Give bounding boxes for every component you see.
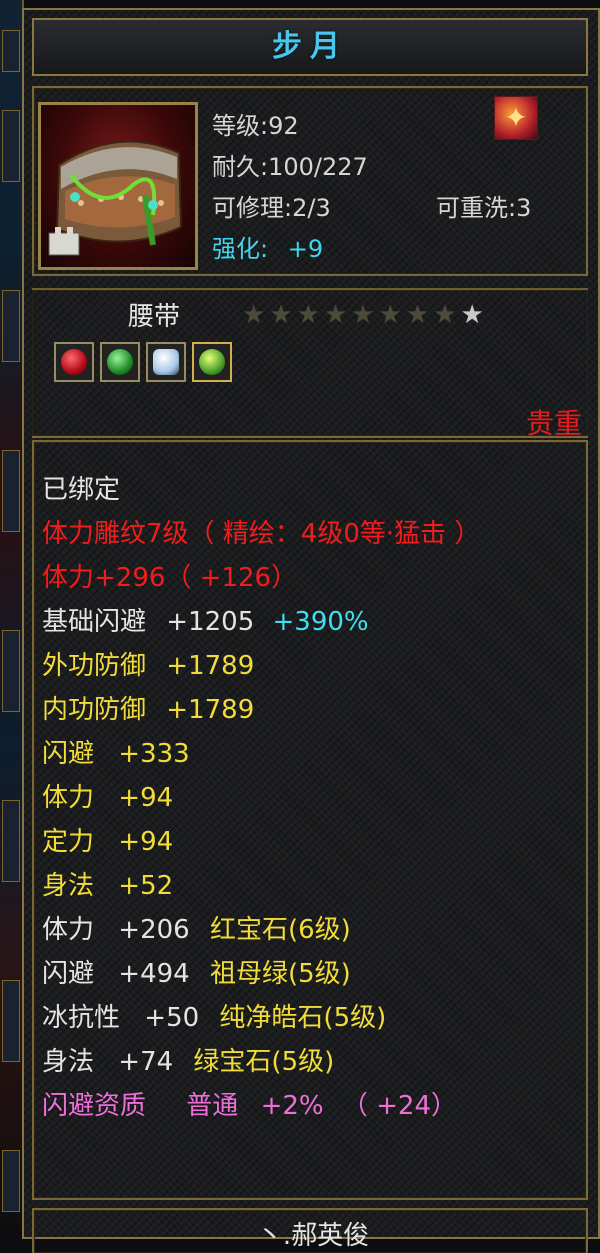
- side-slot: [2, 290, 20, 362]
- quality-label: 贵重: [526, 407, 583, 440]
- attr-label: 身法: [42, 1047, 95, 1077]
- green-gem-icon: [107, 349, 133, 375]
- gem-line: 闪避 +494 祖母绿(5级): [42, 952, 480, 996]
- attr-value: +52: [118, 871, 174, 901]
- gem-name: 红宝石(6级): [209, 915, 351, 945]
- emerald-gem-icon: [199, 349, 225, 375]
- star-icon: ★: [323, 300, 352, 330]
- stamina-line: 体力 +94: [42, 776, 480, 820]
- attr-value: +94: [118, 827, 174, 857]
- aptitude-value: +2%: [260, 1091, 324, 1121]
- gem-name: 绿宝石(5级): [193, 1047, 335, 1077]
- item-tooltip: 步月 等级:92 耐久:100/227 可修理:2/3 可重洗:3 强化: +9…: [22, 8, 600, 1253]
- star-icon: ★: [242, 300, 270, 330]
- engrave-line: 体力雕纹7级（ 精绘：4级0等·猛击 ）: [42, 519, 481, 549]
- star-icon: ★: [405, 300, 434, 330]
- dodge-line: 闪避 +333: [42, 732, 480, 776]
- side-slot: [2, 1150, 20, 1212]
- agility-line: 身法 +52: [42, 864, 480, 908]
- attr-label: 外功防御: [42, 651, 147, 681]
- stamina-main-line: 体力+296（ +126）: [42, 563, 298, 593]
- attr-value: +1789: [166, 651, 255, 681]
- attr-value: +333: [118, 739, 190, 769]
- item-icon: [38, 102, 198, 270]
- side-slot: [2, 450, 20, 532]
- attr-label: 内功防御: [42, 695, 147, 725]
- rewash-stat: 可重洗:3: [436, 194, 532, 222]
- gem-line: 身法 +74 绿宝石(5级): [42, 1040, 480, 1084]
- attr-value: +74: [118, 1047, 174, 1077]
- int-def-line: 内功防御 +1789: [42, 688, 480, 732]
- socket-white-gem[interactable]: [146, 342, 186, 382]
- aptitude-line: 闪避资质 普通 +2% （ +24）: [42, 1084, 480, 1128]
- gem-name: 纯净皓石(5级): [219, 1003, 387, 1033]
- side-slot: [2, 630, 20, 712]
- socket-red-gem[interactable]: [54, 342, 94, 382]
- white-gem-icon: [153, 349, 179, 375]
- gem-name: 祖母绿(5级): [209, 959, 351, 989]
- attr-value: +1789: [166, 695, 255, 725]
- attr-label: 闪避: [42, 959, 95, 989]
- bound-status: 已绑定: [42, 475, 121, 505]
- repair-stat: 可修理:2/3: [212, 194, 331, 222]
- aptitude-label: 闪避资质: [42, 1091, 147, 1121]
- star-rating: ★★★★★★★★★: [242, 300, 488, 330]
- attr-label: 体力: [42, 915, 95, 945]
- aptitude-extra: （ +24）: [341, 1091, 458, 1121]
- attr-value: +1205: [166, 607, 255, 637]
- star-icon: ★: [351, 300, 379, 330]
- attr-label: 基础闪避: [42, 607, 147, 637]
- ext-def-line: 外功防御 +1789: [42, 644, 480, 688]
- flame-gem-icon: ✦: [494, 96, 538, 140]
- side-slot: [2, 30, 20, 72]
- level-stat: 等级:92: [212, 112, 299, 140]
- attr-label: 身法: [42, 871, 95, 901]
- side-slot: [2, 110, 20, 182]
- red-gem-icon: [61, 349, 87, 375]
- attr-value: +494: [118, 959, 190, 989]
- maker-name: 丶.郝英俊: [256, 1221, 370, 1251]
- attr-value: +50: [144, 1003, 200, 1033]
- durability-stat: 耐久:100/227: [212, 153, 368, 181]
- attr-label: 体力: [42, 783, 95, 813]
- star-icon: ★: [378, 300, 406, 330]
- star-icon: ★: [269, 300, 297, 330]
- enhance-stat: 强化: +9: [212, 229, 323, 264]
- item-name: 步月: [272, 29, 348, 64]
- item-title-bar: 步月: [32, 18, 588, 76]
- enhance-value: +9: [287, 235, 324, 263]
- socket-green-gem[interactable]: [100, 342, 140, 382]
- side-slot: [2, 980, 20, 1062]
- aptitude-grade: 普通: [186, 1091, 239, 1121]
- star-icon: ★: [433, 300, 461, 330]
- attr-label: 定力: [42, 827, 95, 857]
- attr-value: +206: [118, 915, 190, 945]
- item-type: 腰带: [128, 302, 181, 332]
- focus-line: 定力 +94: [42, 820, 480, 864]
- gem-line: 体力 +206 红宝石(6级): [42, 908, 480, 952]
- left-ui-strip: [0, 0, 24, 1239]
- base-dodge-line: 基础闪避 +1205 +390%: [42, 600, 480, 644]
- enhance-label: 强化:: [212, 235, 269, 263]
- star-icon: ★: [460, 300, 488, 330]
- socket-emerald-gem[interactable]: [192, 342, 232, 382]
- attribute-list: 已绑定 体力雕纹7级（ 精绘：4级0等·猛击 ） 体力+296（ +126） 基…: [42, 468, 480, 1128]
- side-slot: [2, 800, 20, 882]
- attr-value: +94: [118, 783, 174, 813]
- attr-label: 冰抗性: [42, 1003, 121, 1033]
- belt-icon: [48, 140, 183, 256]
- attr-label: 闪避: [42, 739, 95, 769]
- star-icon: ★: [296, 300, 324, 330]
- attr-percent: +390%: [272, 607, 369, 637]
- gem-line: 冰抗性 +50 纯净皓石(5级): [42, 996, 480, 1040]
